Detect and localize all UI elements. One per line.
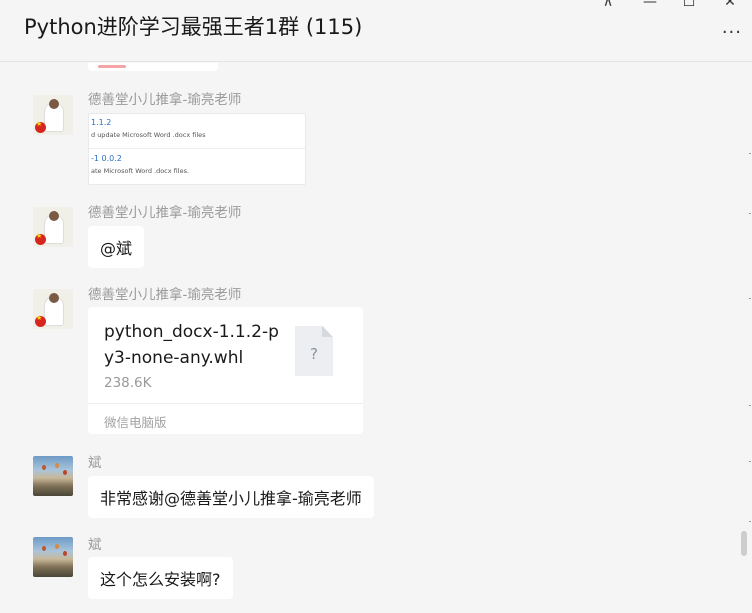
sender-name: 斌: [88, 537, 102, 553]
close-button[interactable]: ✕: [720, 0, 740, 10]
avatar[interactable]: [33, 207, 73, 247]
file-size: 238.6K: [104, 375, 152, 391]
minimize-button[interactable]: —: [640, 0, 660, 10]
avatar-head: [49, 293, 59, 303]
balloon-dot: [42, 546, 46, 551]
scrollbar-thumb[interactable]: [741, 531, 747, 556]
scroll-tick: [749, 213, 751, 214]
question-mark-glyph: ?: [310, 345, 318, 363]
link-card-row: -1 0.0.2 ate Microsoft Word .docx files.: [89, 150, 305, 184]
version-description: d update Microsoft Word .docx files: [91, 131, 206, 139]
file-card-footer: 微信电脑版: [88, 403, 363, 434]
avatar-head: [49, 99, 59, 109]
file-name: python_docx-1.1.2-py3-none-any.whl: [104, 322, 279, 368]
previous-message-bubble[interactable]: [88, 63, 218, 71]
avatar[interactable]: [33, 456, 73, 496]
balloon-dot: [63, 551, 67, 556]
pin-icon[interactable]: ⊼: [598, 0, 618, 10]
avatar[interactable]: [33, 537, 73, 577]
sender-name: 斌: [88, 455, 102, 471]
sender-name: 德善堂小儿推拿-瑜亮老师: [88, 92, 242, 108]
balloon-dot: [42, 465, 46, 470]
scroll-track[interactable]: [748, 63, 752, 613]
balloon-dot: [55, 544, 59, 549]
file-corner-fold: [322, 326, 333, 337]
file-source-label: 微信电脑版: [104, 415, 167, 430]
sender-name: 德善堂小儿推拿-瑜亮老师: [88, 287, 242, 303]
sender-name: 德善堂小儿推拿-瑜亮老师: [88, 205, 242, 221]
scroll-tick: [749, 153, 751, 154]
balloon-dot: [63, 470, 67, 475]
version-label: 1.1.2: [91, 118, 112, 127]
message-bubble[interactable]: 非常感谢@德善堂小儿推拿-瑜亮老师: [88, 476, 374, 518]
version-description: ate Microsoft Word .docx files.: [91, 167, 190, 175]
flag-badge-icon: [35, 120, 46, 133]
scroll-tick: [749, 405, 751, 406]
file-message-card[interactable]: python_docx-1.1.2-py3-none-any.whl 238.6…: [88, 307, 363, 434]
avatar-head: [49, 211, 59, 221]
scroll-tick: [749, 298, 751, 299]
scroll-tick: [749, 521, 751, 522]
avatar[interactable]: [33, 289, 73, 329]
maximize-button[interactable]: ☐: [679, 0, 699, 10]
emoji-fragment: [98, 65, 126, 68]
message-bubble[interactable]: @斌: [88, 226, 145, 268]
avatar[interactable]: [33, 95, 73, 135]
flag-badge-icon: [35, 232, 46, 245]
flag-badge-icon: [35, 314, 46, 327]
more-options-button[interactable]: ···: [722, 24, 742, 42]
scroll-tick: [749, 461, 751, 462]
title-bar: Python进阶学习最强王者1群 (115) ⊼ — ☐ ✕ ···: [0, 0, 752, 62]
balloon-dot: [55, 463, 59, 468]
message-bubble[interactable]: 这个怎么安装啊?: [88, 557, 233, 599]
link-card[interactable]: 1.1.2 d update Microsoft Word .docx file…: [88, 113, 306, 185]
version-label: -1 0.0.2: [91, 154, 122, 163]
chat-title: Python进阶学习最强王者1群 (115): [24, 15, 363, 39]
unknown-file-icon: ?: [295, 326, 333, 376]
link-card-row: 1.1.2 d update Microsoft Word .docx file…: [89, 114, 305, 149]
message-list[interactable]: 德善堂小儿推拿-瑜亮老师 1.1.2 d update Microsoft Wo…: [0, 63, 752, 613]
